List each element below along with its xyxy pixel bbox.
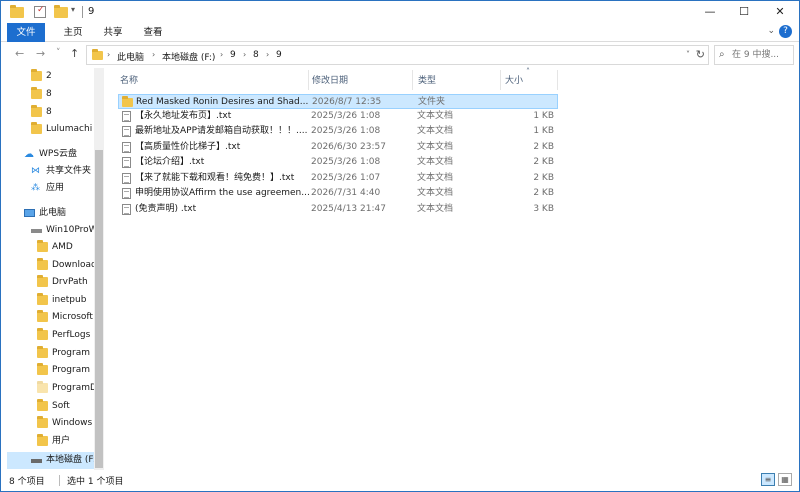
table-row[interactable]: (免责声明) .txt 2025/4/13 21:47 文本文档 3 KB [118,202,558,217]
folder-icon [37,381,48,393]
text-file-icon [122,111,131,122]
up-button[interactable]: ↑ [70,47,79,60]
folder-icon [31,87,42,99]
back-button[interactable]: ← [15,47,24,60]
text-file-icon [122,173,131,184]
share-icon: ⋈ [31,166,40,176]
folder-icon [37,258,48,270]
nav-scrollbar[interactable] [94,68,104,470]
folder-icon [37,328,48,340]
forward-button[interactable]: → [36,47,45,60]
recent-locations-button[interactable]: ˅ [56,48,61,58]
explorer-window: ✓ ▾ 9 — ☐ ✕ 文件 主页 共享 查看 ⌄ ? ← → ˅ ↑ › 此电… [0,0,800,492]
status-separator [59,475,60,486]
maximize-button[interactable]: ☐ [727,1,761,23]
tab-view[interactable]: 查看 [133,23,173,42]
nav-scrollbar-thumb[interactable] [95,150,103,468]
tab-home[interactable]: 主页 [53,23,93,42]
breadcrumb-8[interactable]: 8 [253,50,259,60]
chevron-right-icon: › [107,50,111,59]
navigation-bar: ← → ˅ ↑ › 此电脑 › 本地磁盘 (F:) › 9 › 8 › 9 ˅ … [1,42,799,68]
folder-icon [31,105,42,117]
chevron-down-icon[interactable]: ⌄ [767,26,775,36]
column-separator[interactable] [557,70,558,90]
breadcrumb-drive-f[interactable]: 本地磁盘 (F:) [162,50,215,63]
folder-icon [37,275,48,287]
table-row[interactable]: Red Masked Ronin Desires and Shad... 202… [118,94,558,109]
status-bar: 8 个项目 选中 1 个项目 ≡ ▦ [1,470,799,491]
column-header-date[interactable]: 修改日期 [312,73,348,89]
computer-icon [24,209,35,217]
folder-icon [37,346,48,358]
column-separator[interactable] [500,70,501,90]
cloud-icon: ☁ [24,149,34,160]
apps-icon: ⁂ [31,183,40,193]
chevron-right-icon: › [266,50,270,59]
folder-icon [10,5,24,18]
table-row[interactable]: 【永久地址发布页】.txt 2025/3/26 1:08 文本文档 1 KB [118,109,558,124]
chevron-right-icon: › [243,50,247,59]
column-header-size[interactable]: 大小 [505,73,523,89]
table-row[interactable]: 最新地址及APP请发邮箱自动获取！！！.... 2025/3/26 1:08 文… [118,124,558,139]
folder-icon [37,240,48,252]
navigation-pane: 2 8 8 Lulumachi ☁ WPS云盘 ⋈ 共享文件夹 ⁂ 应用 此电脑… [1,68,105,470]
selection-count: 选中 1 个项目 [67,477,124,487]
column-separator[interactable] [412,70,413,90]
file-list: 名称 修改日期 类型 大小 ˄ Red Masked Ronin Desires… [105,67,799,470]
properties-icon[interactable]: ✓ [34,5,46,18]
search-icon: ⌕ [719,49,725,60]
table-row[interactable]: 申明使用协议Affirm the use agreemen... 2026/7/… [118,186,558,201]
folder-icon [31,122,42,134]
folder-icon [37,416,48,428]
text-file-icon [122,126,131,137]
folder-icon [37,310,48,322]
folder-icon [31,69,42,81]
table-row[interactable]: 【来了就能下载和观看！纯免费！】.txt 2025/3/26 1:07 文本文档… [118,171,558,186]
title-separator [82,6,83,18]
sort-ascending-icon: ˄ [526,67,530,76]
text-file-icon [122,142,131,153]
breadcrumb-this-pc[interactable]: 此电脑 [117,50,144,63]
text-file-icon [122,157,131,168]
new-folder-icon[interactable] [54,5,68,18]
column-header-type[interactable]: 类型 [418,73,436,89]
large-icons-view-icon[interactable]: ▦ [778,473,792,486]
chevron-right-icon: › [220,50,224,59]
chevron-right-icon: › [152,50,156,59]
folder-icon [92,49,103,60]
search-box[interactable]: ⌕ [714,45,794,65]
drive-icon [31,229,42,233]
text-file-icon [122,204,131,215]
details-view-icon[interactable]: ≡ [761,473,775,486]
search-input[interactable] [732,48,792,62]
column-header-name[interactable]: 名称 [120,73,138,89]
minimize-button[interactable]: — [693,1,727,23]
help-icon[interactable]: ? [779,25,792,38]
item-count: 8 个项目 [9,477,45,487]
table-row[interactable]: 【论坛介绍】.txt 2025/3/26 1:08 文本文档 2 KB [118,155,558,170]
folder-icon [37,293,48,305]
breadcrumb-9[interactable]: 9 [230,50,236,60]
folder-icon [37,399,48,411]
ribbon-tabs: 文件 主页 共享 查看 ⌄ ? [1,23,799,42]
table-row[interactable]: 【高质量性价比梯子】.txt 2026/6/30 23:57 文本文档 2 KB [118,140,558,155]
window-title: 9 [88,6,95,17]
close-button[interactable]: ✕ [763,1,797,23]
drive-icon [31,459,42,463]
chevron-down-icon[interactable]: ˅ [686,50,690,59]
breadcrumb-9-current[interactable]: 9 [276,50,282,60]
tab-share[interactable]: 共享 [93,23,133,42]
folder-icon [122,96,133,107]
nav-item-drive-f[interactable]: 本地磁盘 (F: [7,452,96,469]
text-file-icon [122,188,131,199]
column-separator[interactable] [308,70,309,90]
tab-file[interactable]: 文件 [7,23,45,42]
refresh-icon[interactable]: ↻ [696,48,705,61]
address-bar[interactable]: › 此电脑 › 本地磁盘 (F:) › 9 › 8 › 9 ˅ ↻ [86,45,709,65]
title-bar: ✓ ▾ 9 — ☐ ✕ [1,1,799,23]
folder-icon [37,363,48,375]
folder-icon [37,434,48,446]
